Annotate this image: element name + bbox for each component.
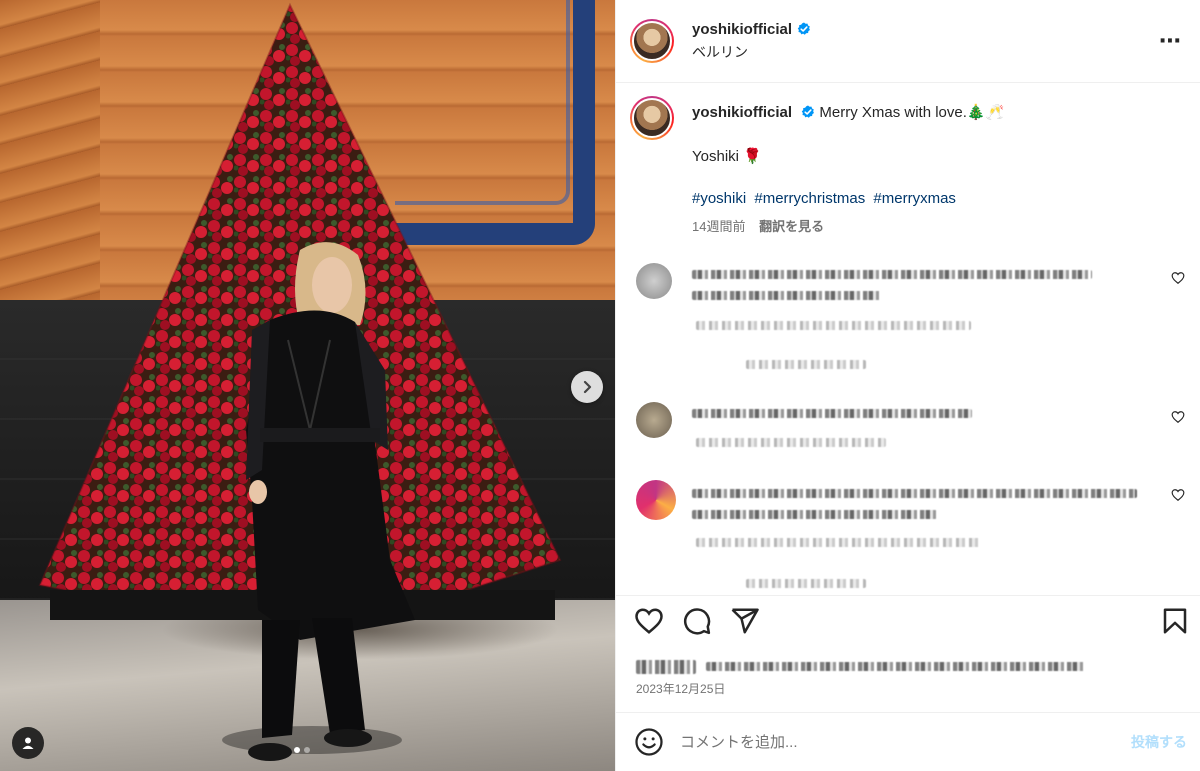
emoji-icon[interactable]: [634, 727, 664, 757]
comment-avatar[interactable]: [636, 402, 672, 438]
comment-replies-redacted: [746, 579, 866, 588]
caption-body: yoshikiofficial Merry Xmas with love.🎄🥂 …: [692, 96, 1004, 237]
header-text: yoshikiofficial ベルリン: [692, 21, 811, 62]
caption-time[interactable]: 14週間前: [692, 219, 745, 234]
carousel-dot: [304, 747, 310, 753]
avatar-image: [632, 21, 672, 61]
post-date[interactable]: 2023年12月25日: [636, 680, 725, 697]
next-arrow-icon: [583, 380, 592, 394]
comment-item: [636, 480, 1191, 590]
user-tag-icon: [22, 737, 34, 749]
comment-replies-redacted: [746, 360, 866, 369]
next-photo-button[interactable]: [571, 371, 603, 403]
comment-text-redacted: [692, 270, 1092, 279]
likes-summary-redacted[interactable]: [636, 655, 1096, 675]
comment-like-icon[interactable]: [1171, 410, 1185, 424]
post-photo[interactable]: [0, 0, 615, 771]
comment-meta-redacted: [696, 438, 886, 447]
caption: yoshikiofficial Merry Xmas with love.🎄🥂 …: [630, 96, 1190, 237]
comment-icon[interactable]: [682, 606, 712, 636]
caption-signature: Yoshiki 🌹: [692, 148, 762, 165]
comment-like-icon[interactable]: [1171, 271, 1185, 285]
comment-item: [636, 263, 1191, 373]
comment-meta-redacted: [696, 538, 981, 547]
comment-meta-redacted: [696, 321, 971, 330]
post-side-panel: yoshikiofficial ベルリン ⋯ yoshikiofficial M…: [615, 0, 1200, 771]
translate-button[interactable]: 翻訳を見る: [759, 219, 824, 234]
post-comment-button[interactable]: 投稿する: [1131, 732, 1187, 752]
comment-input[interactable]: [680, 733, 1131, 751]
hashtag-link[interactable]: #merryxmas: [873, 190, 956, 207]
action-bar: [616, 595, 1200, 647]
bookmark-icon[interactable]: [1160, 606, 1190, 636]
avatar-image: [632, 98, 672, 138]
caption-first-line: yoshikiofficial Merry Xmas with love.🎄🥂: [692, 103, 1004, 123]
caption-meta: 14週間前 翻訳を見る: [692, 217, 1004, 237]
comment-composer: 投稿する: [616, 712, 1200, 771]
header-username[interactable]: yoshikiofficial: [692, 21, 811, 38]
avatar[interactable]: [630, 19, 674, 63]
comment-avatar[interactable]: [636, 263, 672, 299]
comment-item: [636, 402, 1191, 452]
comment-text-redacted: [692, 510, 937, 519]
heart-icon[interactable]: [634, 606, 664, 636]
post-header: yoshikiofficial ベルリン ⋯: [616, 0, 1200, 83]
comment-text-redacted: [692, 409, 972, 418]
carousel-dot: [294, 747, 300, 753]
more-options-icon[interactable]: ⋯: [1159, 30, 1182, 52]
caption-username[interactable]: yoshikiofficial: [692, 104, 792, 121]
location-label[interactable]: ベルリン: [692, 42, 811, 62]
caption-hashtags: #yoshiki #merrychristmas #merryxmas: [692, 189, 1004, 209]
comment-avatar[interactable]: [636, 480, 676, 520]
share-icon[interactable]: [730, 606, 760, 636]
user-tag-button[interactable]: [12, 727, 44, 759]
carousel-indicator: [294, 747, 310, 753]
hashtag-link[interactable]: #merrychristmas: [754, 190, 865, 207]
liker-avatars-redacted: [636, 660, 696, 674]
comment-text-redacted: [692, 291, 882, 300]
person-figure: [222, 242, 415, 761]
likes-text-redacted: [706, 662, 1086, 671]
comment-like-icon[interactable]: [1171, 488, 1185, 502]
verified-badge-icon: [801, 105, 815, 118]
hashtag-link[interactable]: #yoshiki: [692, 190, 746, 207]
caption-avatar[interactable]: [630, 96, 674, 140]
verified-badge-icon: [797, 22, 810, 35]
header-username-text[interactable]: yoshikiofficial: [692, 21, 792, 38]
caption-text: Merry Xmas with love.🎄🥂: [819, 104, 1005, 121]
comment-text-redacted: [692, 489, 1137, 498]
